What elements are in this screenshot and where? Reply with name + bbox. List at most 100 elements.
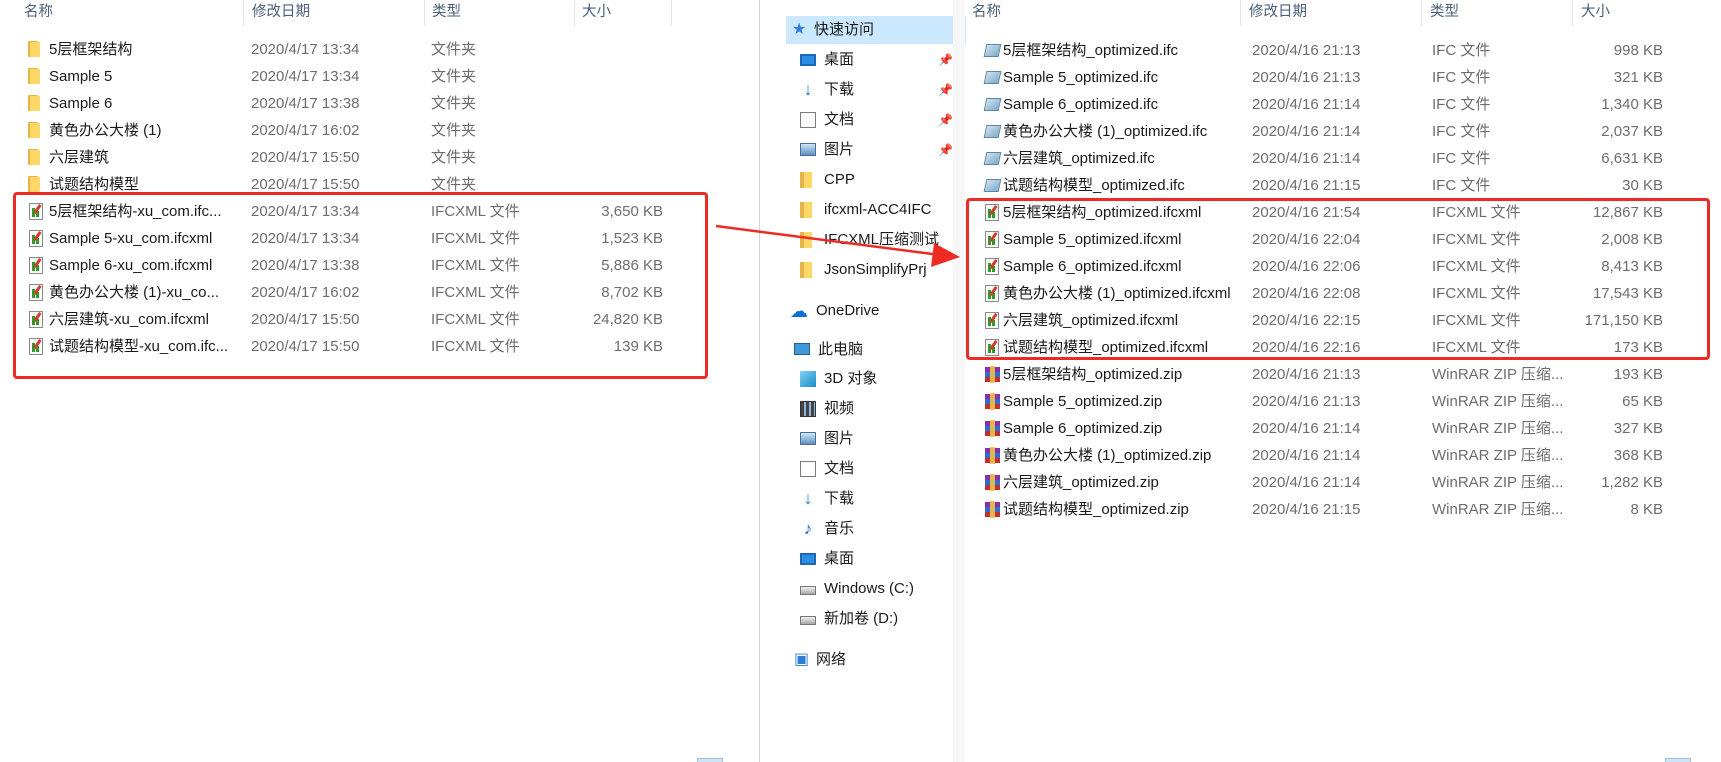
ifc-file-icon bbox=[983, 150, 1002, 167]
nav-item[interactable]: 视频 bbox=[798, 395, 950, 423]
file-row[interactable]: 黄色办公大楼 (1)_optimized.ifc 2020/4/16 21:14 I… bbox=[965, 118, 1705, 145]
nav-item[interactable]: ↓ 下载 📌 bbox=[798, 76, 953, 104]
pin-icon[interactable]: 📌 bbox=[938, 83, 953, 97]
drive-d-icon bbox=[800, 616, 816, 625]
nav-onedrive[interactable]: ☁ OneDrive bbox=[788, 297, 958, 325]
nav-item[interactable]: 桌面 bbox=[798, 545, 950, 573]
file-name: Sample 6-xu_com.ifcxml bbox=[49, 257, 213, 274]
column-date-modified[interactable]: 修改日期 bbox=[248, 0, 423, 26]
nav-item[interactable]: 图片 📌 bbox=[798, 136, 953, 164]
file-row[interactable]: 黄色办公大楼 (1) 2020/4/17 16:02 文件夹 bbox=[0, 117, 700, 144]
file-date-modified: 2020/4/16 21:14 bbox=[1252, 474, 1361, 491]
file-row[interactable]: 黄色办公大楼 (1)_optimized.ifcxml 2020/4/16 22:… bbox=[965, 280, 1705, 307]
column-divider[interactable] bbox=[574, 0, 575, 26]
file-row[interactable]: Sample 6_optimized.ifc 2020/4/16 21:14 IFC… bbox=[965, 91, 1705, 118]
column-divider[interactable] bbox=[1240, 0, 1241, 26]
pin-icon[interactable]: 📌 bbox=[938, 53, 953, 67]
column-divider[interactable] bbox=[243, 0, 244, 26]
file-row[interactable]: 5层框架结构_optimized.zip 2020/4/16 21:13 WinRA… bbox=[965, 361, 1705, 388]
column-size[interactable]: 大小 bbox=[1577, 0, 1672, 26]
file-date-modified: 2020/4/17 13:34 bbox=[251, 203, 360, 220]
file-name: 试题结构模型_optimized.zip bbox=[1003, 501, 1189, 518]
nav-item[interactable]: 文档 bbox=[798, 455, 950, 483]
nav-label: IFCXML压缩测试 bbox=[824, 231, 940, 248]
column-size[interactable]: 大小 bbox=[578, 0, 670, 26]
nav-label: 快速访问 bbox=[814, 21, 875, 38]
nav-this-pc[interactable]: 此电脑 bbox=[792, 336, 962, 364]
column-type[interactable]: 类型 bbox=[428, 0, 573, 26]
ifc-file-icon bbox=[983, 69, 1002, 86]
file-row[interactable]: 六层建筑-xu_com.ifcxml 2020/4/17 15:50 IFCXML … bbox=[0, 306, 700, 333]
file-name: Sample 5 bbox=[49, 68, 113, 85]
pin-icon[interactable]: 📌 bbox=[938, 113, 953, 127]
nav-item[interactable]: 3D 对象 bbox=[798, 365, 950, 393]
folder-icon bbox=[800, 232, 812, 248]
ifc-file-icon bbox=[983, 123, 1002, 140]
file-date-modified: 2020/4/16 21:14 bbox=[1252, 447, 1361, 464]
column-date-modified[interactable]: 修改日期 bbox=[1245, 0, 1420, 26]
nav-item[interactable]: CPP bbox=[798, 166, 950, 194]
picture-icon bbox=[800, 432, 816, 445]
left-column-header: 名称 修改日期 类型 大小 bbox=[0, 0, 760, 26]
file-row[interactable]: 试题结构模型_optimized.zip 2020/4/16 21:15 WinRA… bbox=[965, 496, 1705, 523]
file-row[interactable]: Sample 6 2020/4/17 13:38 文件夹 bbox=[0, 90, 700, 117]
file-size: 193 KB bbox=[1613, 366, 1663, 383]
file-row[interactable]: Sample 6_optimized.ifcxml 2020/4/16 22:06… bbox=[965, 253, 1705, 280]
navigation-scrollbar[interactable] bbox=[953, 0, 965, 762]
column-divider[interactable] bbox=[671, 0, 672, 26]
column-name[interactable]: 名称 bbox=[20, 0, 242, 26]
file-row[interactable]: 试题结构模型 2020/4/17 15:50 文件夹 bbox=[0, 171, 700, 198]
column-type[interactable]: 类型 bbox=[1426, 0, 1571, 26]
scroll-indicator[interactable] bbox=[697, 758, 723, 762]
file-row[interactable]: Sample 6-xu_com.ifcxml 2020/4/17 13:38 IFC… bbox=[0, 252, 700, 279]
file-size: 12,867 KB bbox=[1592, 204, 1663, 221]
file-date-modified: 2020/4/17 16:02 bbox=[251, 284, 360, 301]
file-row[interactable]: 试题结构模型-xu_com.ifc... 2020/4/17 15:50 IFCXM… bbox=[0, 333, 700, 360]
file-row[interactable]: Sample 5 2020/4/17 13:34 文件夹 bbox=[0, 63, 700, 90]
file-row[interactable]: Sample 5_optimized.ifcxml 2020/4/16 22:04… bbox=[965, 226, 1705, 253]
file-date-modified: 2020/4/17 13:34 bbox=[251, 41, 360, 58]
pin-icon[interactable]: 📌 bbox=[938, 143, 953, 157]
file-row[interactable]: 六层建筑_optimized.ifcxml 2020/4/16 22:15 IFCX… bbox=[965, 307, 1705, 334]
column-divider[interactable] bbox=[424, 0, 425, 26]
nav-quick-access[interactable]: ★ 快速访问 bbox=[786, 16, 966, 44]
file-row[interactable]: 5层框架结构-xu_com.ifc... 2020/4/17 13:34 IFCXM… bbox=[0, 198, 700, 225]
nav-item[interactable]: 文档 📌 bbox=[798, 106, 953, 134]
file-row[interactable]: 六层建筑_optimized.zip 2020/4/16 21:14 WinRAR … bbox=[965, 469, 1705, 496]
nav-network[interactable]: ▣ 网络 bbox=[792, 646, 962, 674]
file-row[interactable]: 5层框架结构_optimized.ifcxml 2020/4/16 21:54 IF… bbox=[965, 199, 1705, 226]
file-name: Sample 5_optimized.zip bbox=[1003, 393, 1163, 410]
file-row[interactable]: 黄色办公大楼 (1)-xu_co... 2020/4/17 16:02 IFCXML… bbox=[0, 279, 700, 306]
file-row[interactable]: 试题结构模型_optimized.ifc 2020/4/16 21:15 IFC 文… bbox=[965, 172, 1705, 199]
nav-item[interactable]: 新加卷 (D:) bbox=[798, 605, 950, 633]
file-row[interactable]: 试题结构模型_optimized.ifcxml 2020/4/16 22:16 IF… bbox=[965, 334, 1705, 361]
file-row[interactable]: Sample 5-xu_com.ifcxml 2020/4/17 13:34 IFC… bbox=[0, 225, 700, 252]
file-row[interactable]: Sample 5_optimized.zip 2020/4/16 21:13 Win… bbox=[965, 388, 1705, 415]
folder-icon bbox=[800, 202, 812, 218]
file-row[interactable]: 5层框架结构 2020/4/17 13:34 文件夹 bbox=[0, 36, 700, 63]
file-row[interactable]: Sample 5_optimized.ifc 2020/4/16 21:13 IFC… bbox=[965, 64, 1705, 91]
nav-item[interactable]: ♪ 音乐 bbox=[798, 515, 950, 543]
nav-item[interactable]: IFCXML压缩测试 bbox=[798, 226, 950, 254]
file-date-modified: 2020/4/16 21:14 bbox=[1252, 420, 1361, 437]
nav-item[interactable]: ↓ 下载 bbox=[798, 485, 950, 513]
column-name[interactable]: 名称 bbox=[968, 0, 1238, 26]
file-row[interactable]: 六层建筑 2020/4/17 15:50 文件夹 bbox=[0, 144, 700, 171]
nav-label: 文档 bbox=[824, 111, 855, 128]
file-type: IFC 文件 bbox=[1432, 150, 1491, 167]
file-row[interactable]: 黄色办公大楼 (1)_optimized.zip 2020/4/16 21:14 W… bbox=[965, 442, 1705, 469]
nav-item[interactable]: ifcxml-ACC4IFC bbox=[798, 196, 950, 224]
file-name: 5层框架结构_optimized.ifcxml bbox=[1003, 204, 1202, 221]
file-size bbox=[540, 36, 663, 63]
winrar-zip-icon bbox=[984, 474, 1001, 491]
nav-item[interactable]: 桌面 📌 bbox=[798, 46, 953, 74]
column-divider[interactable] bbox=[1421, 0, 1422, 26]
scroll-indicator[interactable] bbox=[1665, 758, 1691, 762]
file-row[interactable]: Sample 6_optimized.zip 2020/4/16 21:14 Win… bbox=[965, 415, 1705, 442]
file-row[interactable]: 六层建筑_optimized.ifc 2020/4/16 21:14 IFC 文件 6… bbox=[965, 145, 1705, 172]
nav-item[interactable]: Windows (C:) bbox=[798, 575, 950, 603]
nav-item[interactable]: 图片 bbox=[798, 425, 950, 453]
nav-item[interactable]: JsonSimplifyPrj bbox=[798, 256, 950, 284]
column-divider[interactable] bbox=[1572, 0, 1573, 26]
file-row[interactable]: 5层框架结构_optimized.ifc 2020/4/16 21:13 IFC 文… bbox=[965, 37, 1705, 64]
